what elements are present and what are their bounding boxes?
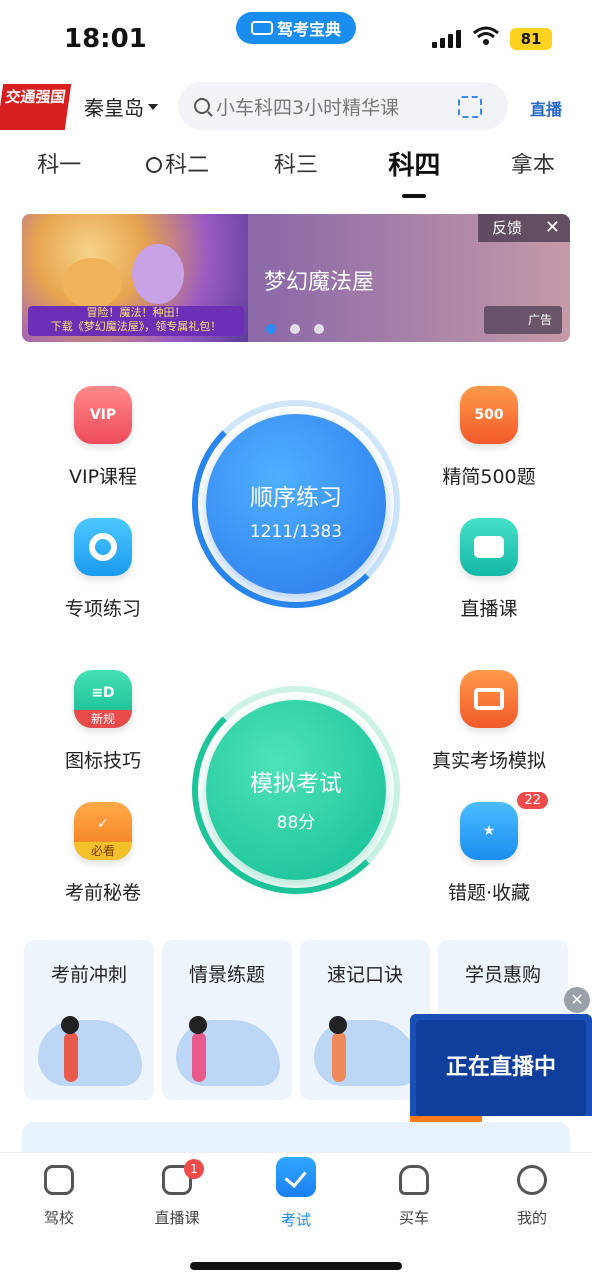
person-illustration	[189, 1016, 207, 1082]
bookmark-icon: ★ 22	[460, 792, 548, 860]
status-time: 18:01	[64, 24, 147, 54]
person-illustration	[61, 1016, 79, 1082]
wifi-icon	[473, 26, 499, 45]
ad-banner[interactable]: 冒险！魔法！种田！ 下载《梦幻魔法屋》，领专属礼包！ 梦幻魔法屋 反馈 ✕ 广告	[22, 214, 570, 342]
car-icon	[250, 21, 273, 35]
search-placeholder: 小车科四3小时精华课	[216, 96, 400, 119]
vip-icon: VIP	[74, 386, 132, 444]
tab-buy-car[interactable]: 买车	[369, 1165, 459, 1228]
person-illustration	[329, 1016, 347, 1082]
subject-tabs: 科一 科二 科三 科四 拿本	[0, 146, 592, 198]
checklist-icon: ✓ 必看	[74, 802, 132, 860]
search-icon	[194, 98, 210, 114]
exam-icon	[276, 1157, 316, 1197]
vip-course[interactable]: VIP VIP课程	[28, 386, 178, 489]
tab-ke1[interactable]: 科一	[0, 146, 118, 194]
tab-exam[interactable]: 考试	[251, 1157, 341, 1230]
brand-logo[interactable]: 交通强国	[0, 84, 72, 130]
app-pill[interactable]: 驾考宝典	[236, 12, 356, 44]
500-icon: 500	[460, 386, 518, 444]
tab-driving-school[interactable]: 驾校	[14, 1165, 104, 1228]
city-label: 秦皇岛	[84, 96, 144, 120]
signal-icon	[432, 30, 461, 48]
secret-papers[interactable]: ✓ 必看 考前秘卷	[28, 802, 178, 905]
wrong-favorites[interactable]: ★ 22 错题·收藏	[414, 792, 564, 905]
caret-down-icon	[148, 103, 158, 110]
headlight-icon: ≡D 新规	[74, 670, 132, 728]
banner-promo: 冒险！魔法！种田！ 下载《梦幻魔法屋》，领专属礼包！	[28, 306, 244, 336]
video-icon	[460, 518, 518, 576]
zhuanxiang-practice[interactable]: 专项练习	[28, 518, 178, 621]
city-selector[interactable]: 秦皇岛	[84, 92, 158, 121]
tab-live-course[interactable]: 1 直播课	[132, 1159, 222, 1228]
mock-exam-button[interactable]: 模拟考试 88分	[192, 686, 400, 894]
card-sprint[interactable]: 考前冲刺	[24, 940, 154, 1100]
close-icon[interactable]: ✕	[545, 214, 560, 242]
profile-icon	[517, 1165, 547, 1195]
tab-ke4[interactable]: 科四	[355, 146, 473, 198]
live-entry[interactable]: 直播	[530, 96, 562, 120]
top-header: 交通强国 秦皇岛 小车科四3小时精华课 直播	[0, 80, 592, 136]
wrong-count-badge: 22	[517, 792, 548, 809]
icon-tips[interactable]: ≡D 新规 图标技巧	[28, 670, 178, 773]
mock-exam-score: 88分	[276, 813, 316, 833]
ad-label: 广告	[484, 306, 562, 334]
bottom-tab-bar: 驾校 1 直播课 考试 买车 我的	[0, 1152, 592, 1280]
real-exam-sim[interactable]: 真实考场模拟	[414, 670, 564, 773]
home-indicator	[190, 1262, 402, 1270]
monitor-icon	[460, 670, 518, 728]
status-bar: 18:01 驾考宝典 81	[0, 0, 592, 76]
close-live-icon[interactable]: ✕	[564, 987, 590, 1013]
tab-naben[interactable]: 拿本	[474, 146, 592, 194]
sequence-practice-title: 顺序练习	[250, 485, 342, 511]
tab-profile[interactable]: 我的	[487, 1165, 577, 1228]
car-icon	[399, 1165, 429, 1195]
scan-icon[interactable]	[458, 96, 482, 118]
search-input[interactable]: 小车科四3小时精华课	[178, 82, 508, 130]
app-pill-label: 驾考宝典	[276, 20, 341, 39]
live-badge: 1	[184, 1159, 204, 1179]
live-float-title: 正在直播中	[416, 1020, 586, 1116]
live-course[interactable]: 直播课	[414, 518, 564, 621]
school-icon	[44, 1165, 74, 1195]
sequence-progress: 1211/1383	[249, 522, 343, 542]
mock-exam-title: 模拟考试	[250, 771, 342, 797]
steering-icon	[146, 157, 163, 173]
card-scenario[interactable]: 情景练题	[162, 940, 292, 1100]
tab-ke3[interactable]: 科三	[237, 146, 355, 194]
tab-ke2-label: 科二	[165, 153, 210, 178]
banner-title: 梦幻魔法屋	[264, 270, 375, 295]
banner-artwork: 冒险！魔法！种田！ 下载《梦幻魔法屋》，领专属礼包！	[22, 214, 248, 342]
battery-indicator: 81	[510, 28, 552, 50]
tab-ke2[interactable]: 科二	[118, 146, 236, 194]
carousel-dots	[266, 324, 324, 334]
target-icon	[74, 518, 132, 576]
jingjian-500[interactable]: 500 精简500题	[414, 386, 564, 489]
sequence-practice-button[interactable]: 顺序练习 1211/1383	[192, 400, 400, 608]
feedback-button[interactable]: 反馈 ✕	[478, 214, 570, 242]
